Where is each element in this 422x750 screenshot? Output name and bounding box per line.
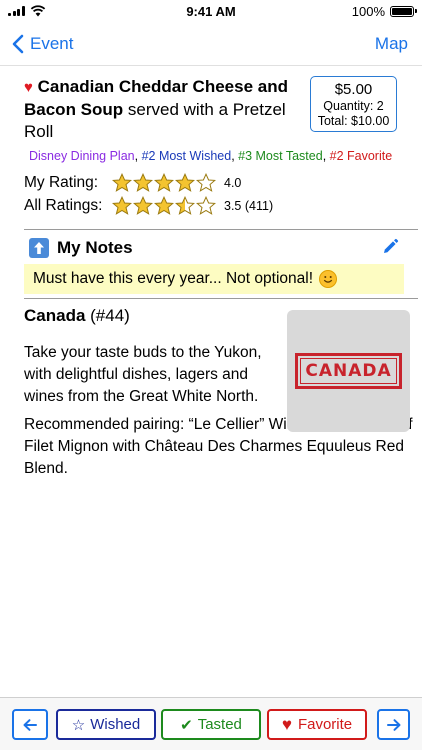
wifi-icon <box>30 5 45 17</box>
stamp-text: CANADA <box>300 358 397 384</box>
most-tasted-tag: #3 Most Tasted <box>238 149 323 163</box>
favorite-button[interactable]: ♥ Favorite <box>267 709 367 740</box>
notes-text-box[interactable]: Must have this every year... Not optiona… <box>24 264 404 294</box>
location-name: Canada <box>24 306 86 325</box>
all-ratings-value: 3.5 (411) <box>224 198 274 213</box>
item-quantity: Quantity: 2 <box>323 99 384 113</box>
star-icon[interactable] <box>112 173 132 192</box>
location-image: CANADA <box>287 310 410 432</box>
item-total: Total: $10.00 <box>317 114 390 128</box>
next-item-button[interactable] <box>377 709 410 740</box>
all-ratings-stars <box>112 196 216 215</box>
star-icon[interactable] <box>133 173 153 192</box>
favorite-tag: #2 Favorite <box>329 149 393 163</box>
divider <box>24 298 418 299</box>
star-icon[interactable] <box>196 173 216 192</box>
battery-icon <box>390 5 417 17</box>
star-icon <box>175 196 195 215</box>
arrow-right-icon <box>386 718 400 731</box>
item-price: $5.00 <box>334 81 373 98</box>
location-rank: (#44) <box>85 306 130 325</box>
tag-separator: , <box>134 149 142 163</box>
favorite-heart-icon: ♥ <box>24 79 33 96</box>
edit-pencil-icon[interactable] <box>381 238 399 261</box>
item-title: ♥ Canadian Cheddar Cheese and Bacon Soup… <box>24 76 304 143</box>
wished-button[interactable]: ☆ Wished <box>56 709 156 740</box>
heart-icon: ♥ <box>281 714 292 734</box>
back-button[interactable]: Event <box>12 34 73 54</box>
chevron-left-icon <box>12 34 24 53</box>
star-icon <box>154 196 174 215</box>
star-outline-icon: ☆ <box>71 716 86 734</box>
status-bar: 9:41 AM 100% <box>0 0 422 22</box>
favorite-button-label: Favorite <box>297 716 353 733</box>
smiling-face-icon <box>319 270 337 288</box>
my-rating-value: 4.0 <box>224 175 242 190</box>
divider <box>24 229 418 230</box>
navigation-bar: Event Map <box>0 22 422 66</box>
all-ratings-row: All Ratings: 3.5 (411) <box>24 196 273 215</box>
wished-button-label: Wished <box>90 716 141 733</box>
back-button-label: Event <box>30 33 74 53</box>
price-box: $5.00 Quantity: 2 Total: $10.00 <box>310 76 397 132</box>
status-right: 100% <box>351 3 417 19</box>
status-left <box>8 5 46 17</box>
map-button[interactable]: Map <box>375 34 410 54</box>
most-wished-tag: #2 Most Wished <box>141 149 232 163</box>
star-icon[interactable] <box>154 173 174 192</box>
dining-plan-tag: Disney Dining Plan <box>29 149 135 163</box>
battery-fill <box>392 7 412 15</box>
tasted-button[interactable]: ✔ Tasted <box>161 709 261 740</box>
tasted-button-label: Tasted <box>197 716 242 733</box>
star-icon <box>112 196 132 215</box>
my-rating-row[interactable]: My Rating: 4.0 <box>24 173 241 192</box>
star-icon <box>196 196 216 215</box>
battery-percent: 100% <box>351 3 385 19</box>
my-rating-stars[interactable] <box>112 173 216 192</box>
item-tags: Disney Dining Plan, #2 Most Wished, #3 M… <box>29 149 392 163</box>
star-icon[interactable] <box>175 173 195 192</box>
bottom-toolbar: ☆ Wished ✔ Tasted ♥ Favorite <box>0 697 422 750</box>
location-description: Take your taste buds to the Yukon, with … <box>24 344 262 405</box>
checkmark-icon: ✔ <box>180 716 193 734</box>
arrow-up-icon <box>29 238 49 258</box>
all-ratings-label: All Ratings: <box>24 196 103 214</box>
notes-header: My Notes <box>29 236 399 260</box>
notes-title: My Notes <box>57 238 133 257</box>
tag-separator: , <box>322 149 330 163</box>
cellular-signal-icon <box>8 6 25 16</box>
location-title: Canada (#44) <box>24 306 130 326</box>
notes-text: Must have this every year... Not optiona… <box>33 270 313 287</box>
my-rating-label: My Rating: <box>24 173 99 191</box>
previous-item-button[interactable] <box>12 709 48 740</box>
canada-stamp-logo: CANADA <box>295 353 402 389</box>
star-icon <box>133 196 153 215</box>
arrow-left-icon <box>23 718 37 731</box>
